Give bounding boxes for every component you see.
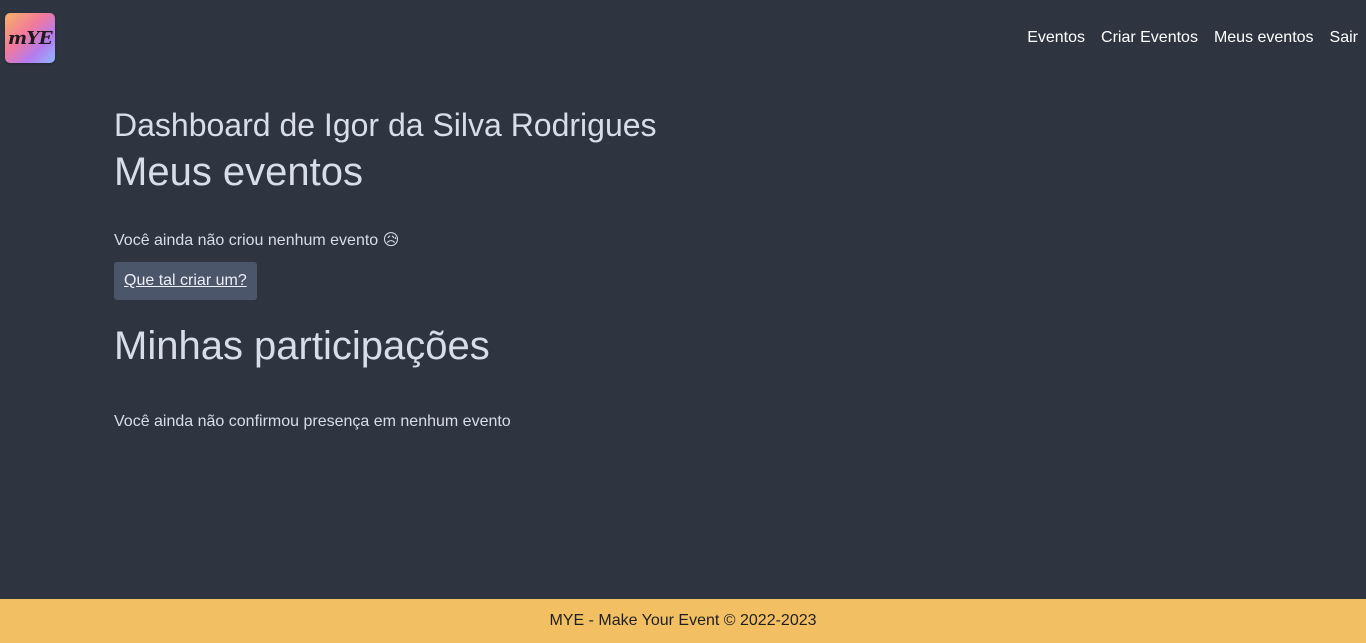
participations-heading: Minhas participações bbox=[114, 324, 490, 368]
footer-text: MYE - Make Your Event © 2022-2023 bbox=[549, 612, 817, 629]
nav-links: Eventos Criar Eventos Meus eventos Sair bbox=[1027, 28, 1358, 48]
no-participations-message: Você ainda não confirmou presença em nen… bbox=[114, 413, 511, 430]
footer: MYE - Make Your Event © 2022-2023 bbox=[0, 599, 1366, 643]
create-event-button[interactable]: Que tal criar um? bbox=[114, 262, 257, 300]
logo-text: mYE bbox=[7, 27, 53, 49]
nav-link-criar-eventos[interactable]: Criar Eventos bbox=[1101, 28, 1198, 48]
nav-link-sair[interactable]: Sair bbox=[1330, 28, 1358, 48]
dashboard-container: Dashboard de Igor da Silva Rodrigues Meu… bbox=[114, 105, 1214, 432]
nav-link-eventos[interactable]: Eventos bbox=[1027, 28, 1085, 48]
page-title: Dashboard de Igor da Silva Rodrigues bbox=[114, 107, 657, 143]
logo[interactable]: mYE bbox=[5, 13, 55, 63]
no-events-message: Você ainda não criou nenhum evento 😥 bbox=[114, 232, 400, 249]
navbar: mYE Eventos Criar Eventos Meus eventos S… bbox=[0, 0, 1366, 76]
my-events-heading: Meus eventos bbox=[114, 150, 364, 194]
nav-link-meus-eventos[interactable]: Meus eventos bbox=[1214, 28, 1314, 48]
